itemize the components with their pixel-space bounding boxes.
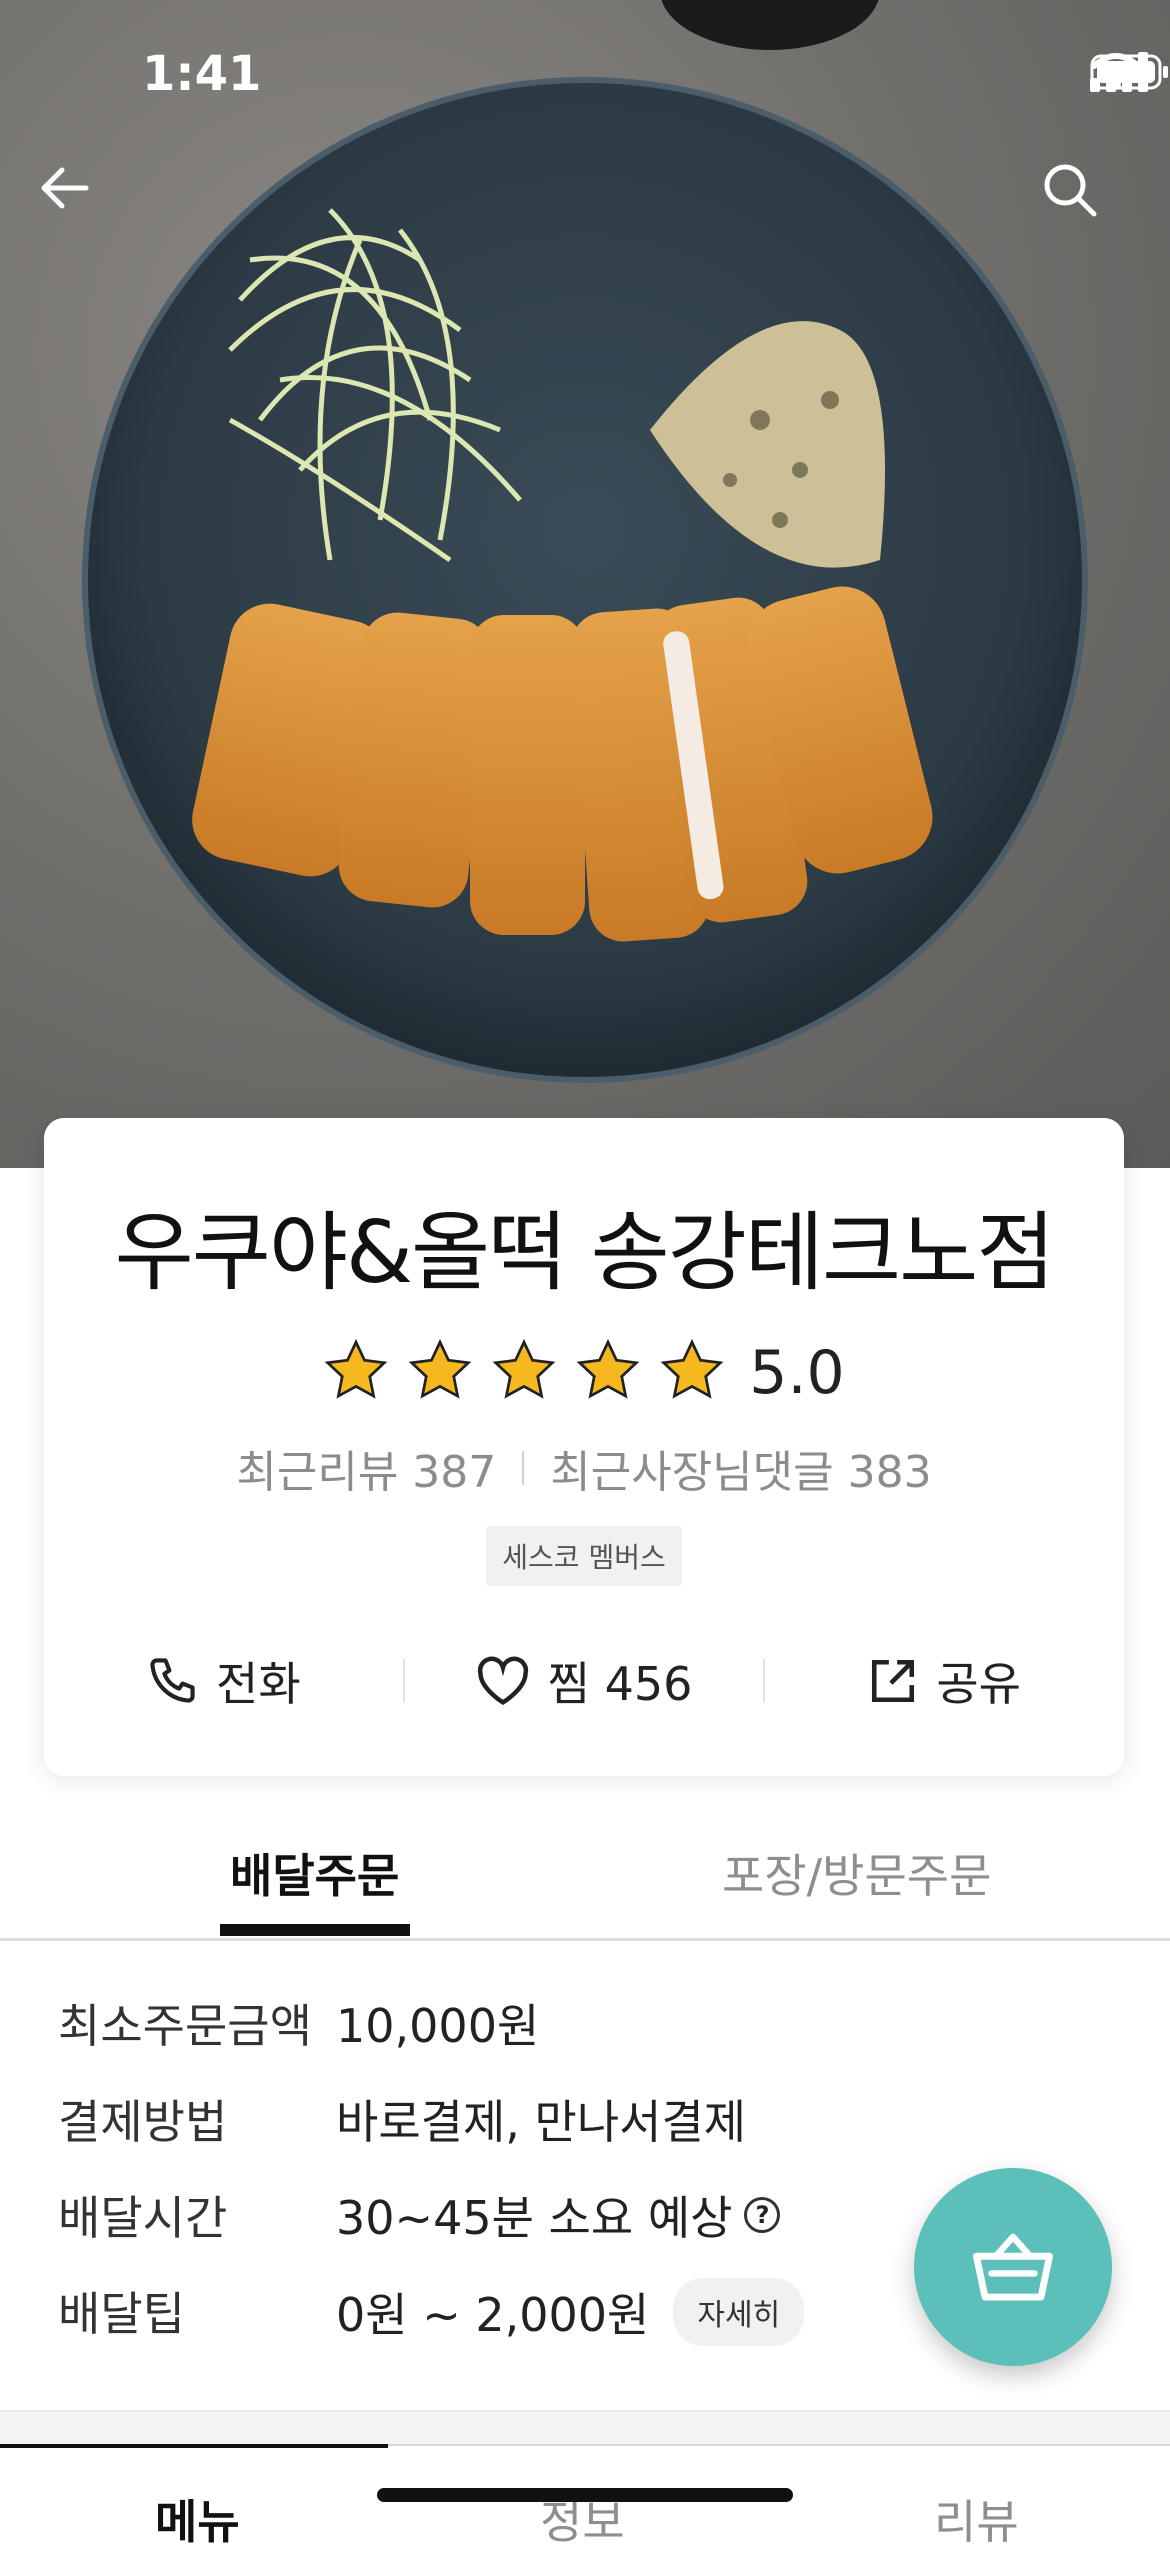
like-button[interactable]: 찜 456 <box>405 1648 764 1714</box>
payment-value: 바로결제, 만나서결제 <box>336 2095 747 2149</box>
min-order-value: 10,000원 <box>336 1999 540 2053</box>
active-tab-indicator <box>220 1924 410 1936</box>
info-label: 배달팁 <box>58 2287 185 2341</box>
call-label: 전화 <box>216 1657 301 1711</box>
tip-detail-button[interactable]: 자세히 <box>673 2278 805 2346</box>
arrow-left-icon <box>41 167 89 209</box>
like-label: 찜 456 <box>547 1657 693 1711</box>
cart-button[interactable] <box>914 2168 1112 2366</box>
tab-pickup[interactable]: 포장/방문주문 <box>722 1840 991 1906</box>
info-label: 최소주문금액 <box>58 1999 312 2053</box>
delivery-info: 최소주문금액 10,000원 결제방법 바로결제, 만나서결제 배달시간 30~… <box>58 1990 1058 2374</box>
basket-icon <box>973 2233 1053 2301</box>
share-icon <box>872 1659 915 1703</box>
store-action-row: 전화 찜 456 공유 <box>44 1636 1124 1726</box>
star-icon <box>323 1338 389 1407</box>
info-row-delivery-time: 배달시간 30~45분 소요 예상 ? <box>58 2182 1058 2278</box>
review-divider <box>522 1451 525 1485</box>
recent-reviews-link[interactable]: 최근리뷰 387 <box>236 1436 496 1500</box>
info-value: 0원 ~ 2,000원 자세히 <box>336 2278 805 2346</box>
delivery-tip-value: 0원 ~ 2,000원 <box>336 2288 650 2342</box>
rating-row: 5.0 <box>44 1338 1124 1408</box>
status-time: 1:41 <box>142 46 262 102</box>
delivery-time-value: 30~45분 소요 예상 <box>336 2191 733 2245</box>
star-icon <box>407 1338 473 1407</box>
tab-delivery[interactable]: 배달주문 <box>230 1840 399 1906</box>
active-menu-indicator <box>0 2444 388 2448</box>
status-bar: 1:41 <box>0 0 1170 150</box>
star-icon <box>491 1338 557 1407</box>
home-indicator[interactable] <box>377 2488 793 2502</box>
store-name: 우쿠야&올떡 송강테크노점 <box>114 1203 1056 1303</box>
menu-tab-border <box>388 2444 1170 2446</box>
info-label: 결제방법 <box>58 2095 228 2149</box>
owner-replies-link[interactable]: 최근사장님댓글 383 <box>550 1436 931 1500</box>
search-icon <box>1044 164 1097 217</box>
heart-icon <box>477 1656 528 1706</box>
store-hero-photo: 1:41 <box>0 0 1170 1168</box>
share-button[interactable]: 공유 <box>765 1648 1124 1714</box>
section-divider <box>0 2410 1170 2446</box>
store-info-card: 우쿠야&올떡 송강테크노점 5.0 최근리뷰 387 최근사장님댓글 383 세… <box>44 1118 1124 1776</box>
info-row-min-order: 최소주문금액 10,000원 <box>58 1990 1058 2086</box>
info-value: 30~45분 소요 예상 ? <box>336 2182 781 2248</box>
order-type-tabs: 배달주문 포장/방문주문 <box>0 1830 1170 1941</box>
tab-menu[interactable]: 메뉴 <box>155 2486 240 2552</box>
badge-wrap: 세스코 멤버스 <box>44 1526 1124 1586</box>
info-value: 10,000원 <box>336 1990 539 2056</box>
review-counts: 최근리뷰 387 최근사장님댓글 383 <box>44 1436 1124 1500</box>
share-label: 공유 <box>936 1657 1021 1711</box>
star-icon <box>659 1338 725 1407</box>
back-button[interactable] <box>36 160 126 250</box>
info-label: 배달시간 <box>58 2191 228 2245</box>
help-icon[interactable]: ? <box>744 2197 781 2233</box>
tab-reviews[interactable]: 리뷰 <box>934 2486 1019 2552</box>
star-icon <box>575 1338 641 1407</box>
cesco-badge: 세스코 멤버스 <box>486 1526 682 1586</box>
call-button[interactable]: 전화 <box>44 1648 403 1714</box>
info-row-delivery-tip: 배달팁 0원 ~ 2,000원 자세히 <box>58 2278 1058 2374</box>
search-button[interactable] <box>1040 160 1130 250</box>
tonkatsu-plate-illustration <box>82 0 1088 1083</box>
info-row-payment: 결제방법 바로결제, 만나서결제 <box>58 2086 1058 2182</box>
battery-icon <box>1090 54 1168 90</box>
phone-icon <box>150 1658 195 1703</box>
rating-score: 5.0 <box>749 1338 845 1408</box>
info-value: 바로결제, 만나서결제 <box>336 2086 746 2152</box>
